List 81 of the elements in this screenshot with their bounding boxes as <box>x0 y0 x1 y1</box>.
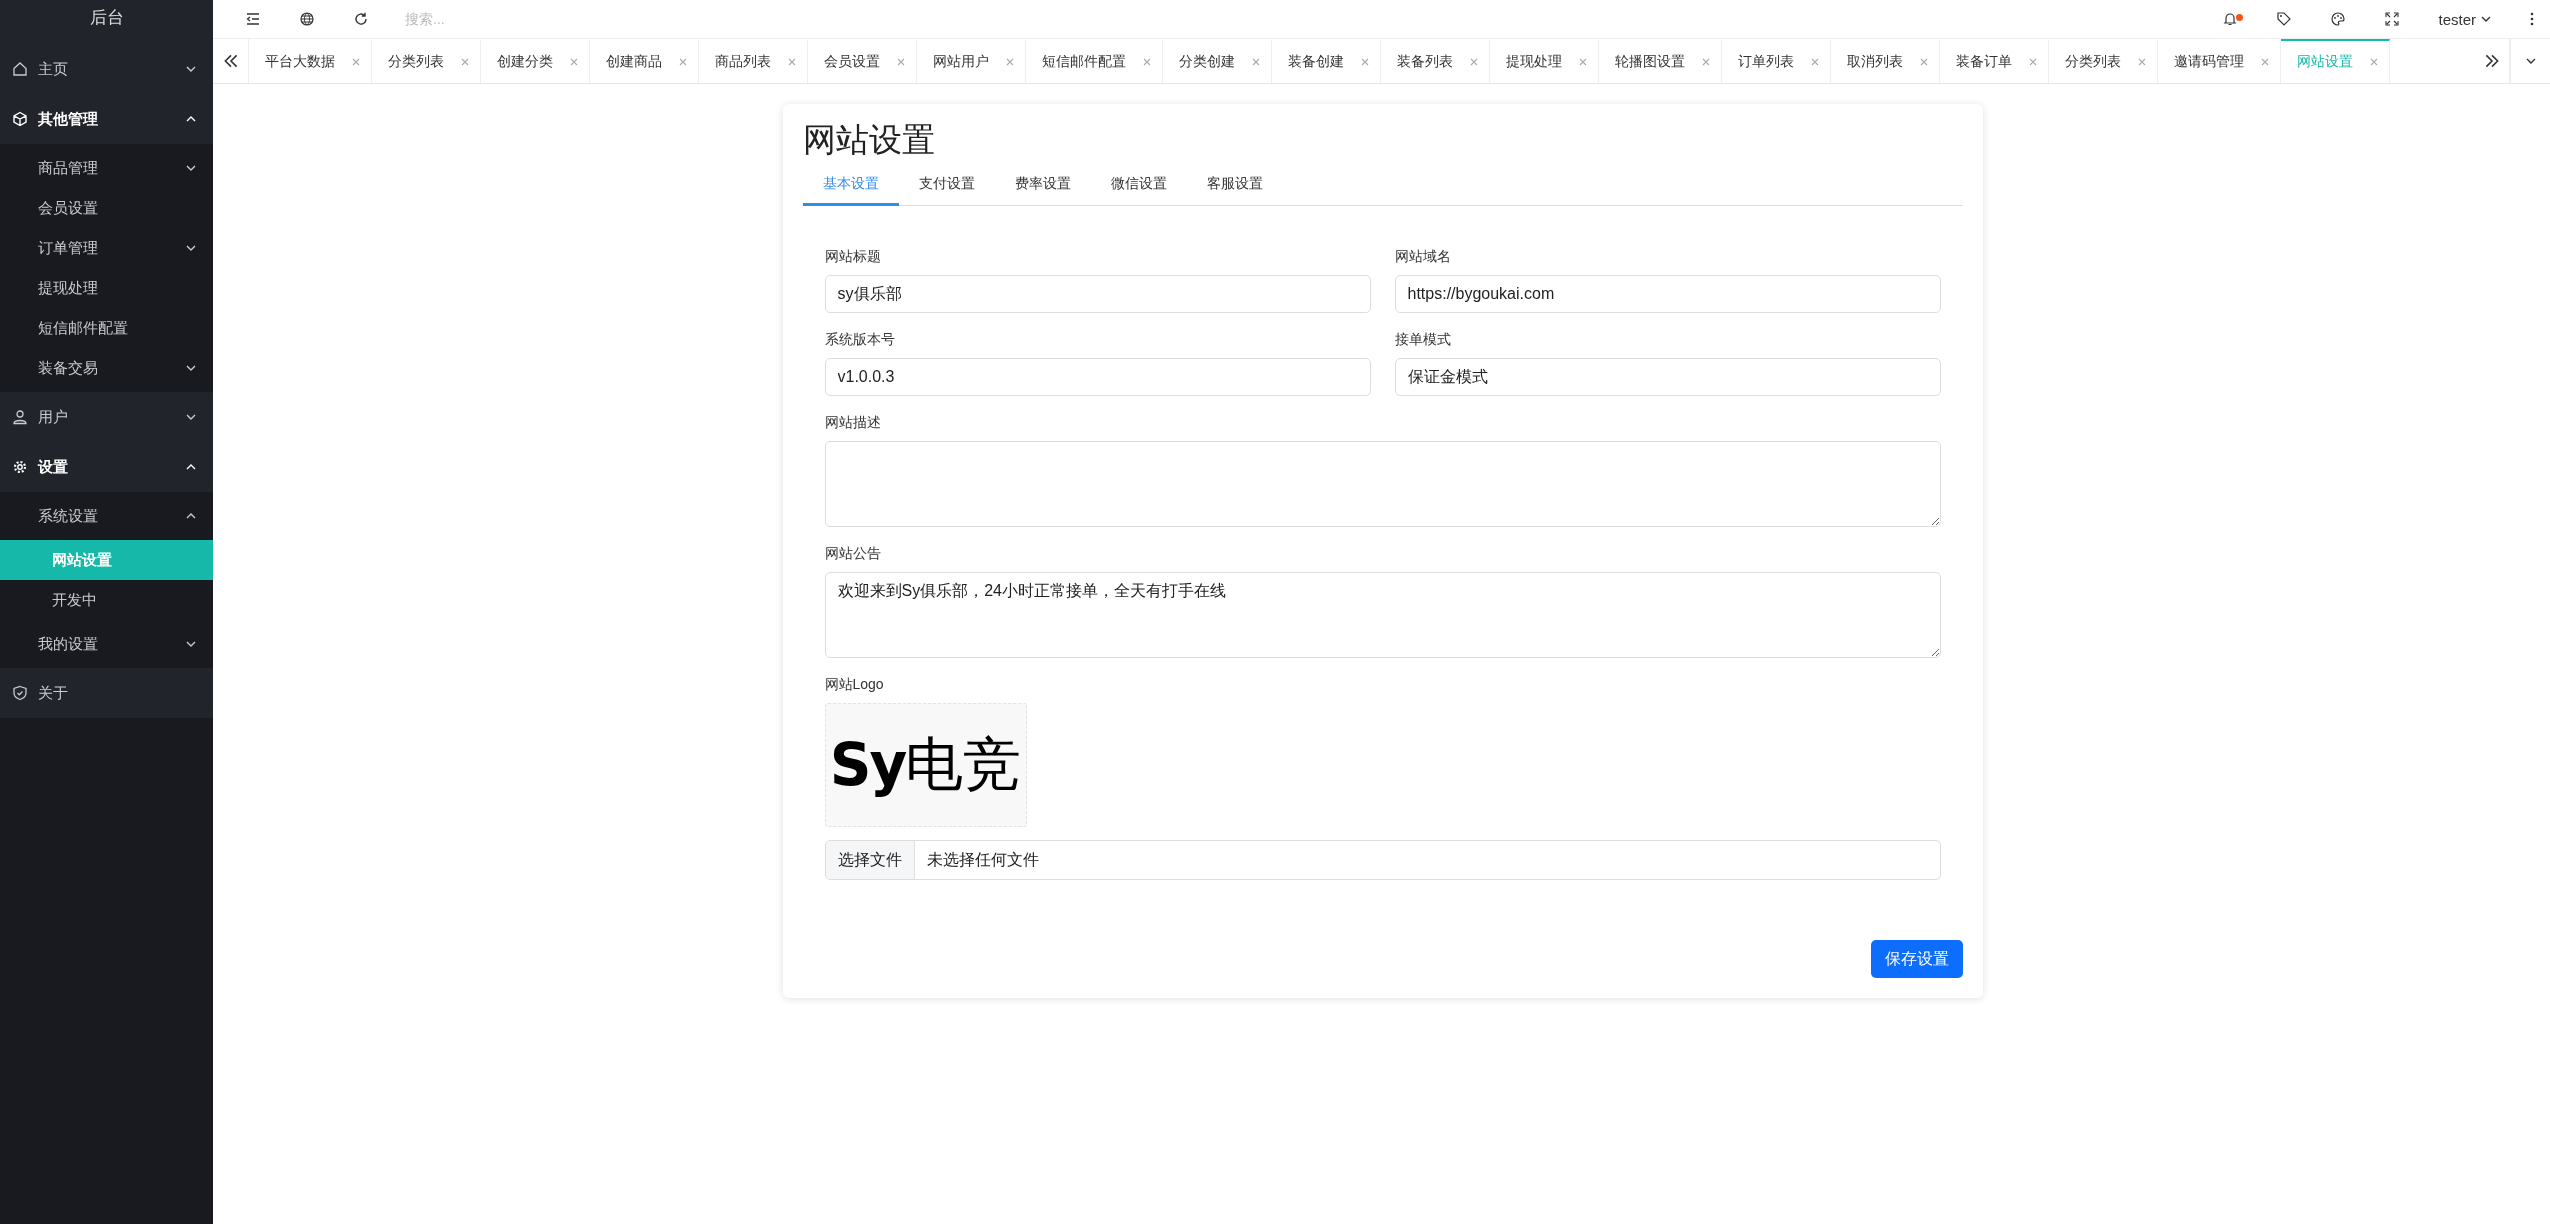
settings-icon <box>12 459 28 475</box>
sidebar-item[interactable]: 用户 <box>0 392 213 442</box>
choose-file-button[interactable]: 选择文件 <box>825 841 915 879</box>
field-label: 网站标题 <box>824 248 882 266</box>
close-icon[interactable] <box>1919 57 1929 67</box>
palette-icon[interactable] <box>2330 11 2347 27</box>
page-tab[interactable]: 邀请码管理 <box>2158 39 2281 83</box>
page-tab[interactable]: 创建分类 <box>481 39 590 83</box>
menu-fold-icon[interactable] <box>245 11 261 27</box>
page-tab[interactable]: 会员设置 <box>808 39 917 83</box>
globe-icon[interactable] <box>299 11 315 27</box>
more-icon[interactable] <box>2530 11 2534 27</box>
field-label: 系统版本号 <box>824 331 896 349</box>
textarea-field[interactable]: 欢迎来到Sy俱乐部，24小时正常接单，全天有打手在线 <box>824 572 1941 658</box>
page-tab[interactable]: 订单列表 <box>1722 39 1831 83</box>
page-tab[interactable]: 网站用户 <box>917 39 1026 83</box>
user-menu[interactable]: tester <box>2438 10 2492 28</box>
field-label: 网站Logo <box>824 676 885 694</box>
field-label: 网站描述 <box>824 414 882 432</box>
close-icon[interactable] <box>678 57 688 67</box>
close-icon[interactable] <box>787 57 797 67</box>
page-tab[interactable]: 分类列表 <box>2049 39 2158 83</box>
sidebar-title: 后台 <box>0 0 213 44</box>
close-icon[interactable] <box>2137 57 2147 67</box>
close-icon[interactable] <box>1578 57 1588 67</box>
sidebar-item[interactable]: 关于 <box>0 668 213 718</box>
close-icon[interactable] <box>1005 57 1015 67</box>
page-tab[interactable]: 短信邮件配置 <box>1026 39 1163 83</box>
field-label: 网站公告 <box>824 545 882 563</box>
close-icon[interactable] <box>351 57 361 67</box>
page-tab[interactable]: 分类列表 <box>372 39 481 83</box>
settings-tab[interactable]: 费率设置 <box>994 167 1091 206</box>
settings-tab[interactable]: 客服设置 <box>1186 167 1283 206</box>
page-tab[interactable]: 商品列表 <box>699 39 808 83</box>
home-icon <box>12 61 28 77</box>
sidebar-item[interactable]: 其他管理 <box>0 94 213 144</box>
close-icon[interactable] <box>1469 57 1479 67</box>
user-icon <box>12 409 28 425</box>
field-label: 接单模式 <box>1394 331 1452 349</box>
save-button[interactable]: 保存设置 <box>1870 940 1963 978</box>
file-status: 未选择任何文件 <box>925 849 1040 870</box>
page-tab[interactable]: 提现处理 <box>1490 39 1599 83</box>
page-tab[interactable]: 创建商品 <box>590 39 699 83</box>
shield-icon <box>12 685 28 701</box>
settings-tab[interactable]: 微信设置 <box>1090 167 1187 206</box>
sidebar-item[interactable]: 设置 <box>0 442 213 492</box>
bell-icon[interactable] <box>2222 11 2239 27</box>
page-tab[interactable]: 装备列表 <box>1381 39 1490 83</box>
close-icon[interactable] <box>1701 57 1711 67</box>
page-title: 网站设置 <box>802 120 936 160</box>
page-tab[interactable]: 平台大数据 <box>249 39 372 83</box>
close-icon[interactable] <box>896 57 906 67</box>
sidebar-item[interactable]: 主页 <box>0 44 213 94</box>
close-icon[interactable] <box>1251 57 1261 67</box>
page-tab[interactable]: 装备创建 <box>1272 39 1381 83</box>
refresh-icon[interactable] <box>353 11 369 27</box>
settings-tab[interactable]: 基本设置 <box>802 167 899 206</box>
settings-tab[interactable]: 支付设置 <box>898 167 995 206</box>
close-icon[interactable] <box>2028 57 2038 67</box>
fullscreen-icon[interactable] <box>2384 11 2401 27</box>
close-icon[interactable] <box>2369 57 2379 67</box>
close-icon[interactable] <box>2260 57 2270 67</box>
close-icon[interactable] <box>1360 57 1370 67</box>
close-icon[interactable] <box>1142 57 1152 67</box>
field-label: 网站域名 <box>1394 248 1452 266</box>
close-icon[interactable] <box>569 57 579 67</box>
textarea-field[interactable] <box>824 441 1941 527</box>
page-tab[interactable]: 取消列表 <box>1831 39 1940 83</box>
logo-image: Sy电竞 <box>824 703 1027 827</box>
tag-icon[interactable] <box>2276 11 2293 27</box>
close-icon[interactable] <box>1810 57 1820 67</box>
file-input[interactable]: 选择文件 未选择任何文件 <box>824 840 1941 880</box>
page-tab[interactable]: 装备订单 <box>1940 39 2049 83</box>
page-tab[interactable]: 分类创建 <box>1163 39 1272 83</box>
page-tab[interactable]: 轮播图设置 <box>1599 39 1722 83</box>
text-field[interactable]: v1.0.0.3 <box>824 358 1371 396</box>
text-field[interactable]: sy俱乐部 <box>824 275 1371 313</box>
close-icon[interactable] <box>460 57 470 67</box>
text-field[interactable]: 保证金模式 <box>1394 358 1941 396</box>
cube-icon <box>12 111 28 127</box>
text-field[interactable]: https://bygoukai.com <box>1394 275 1941 313</box>
